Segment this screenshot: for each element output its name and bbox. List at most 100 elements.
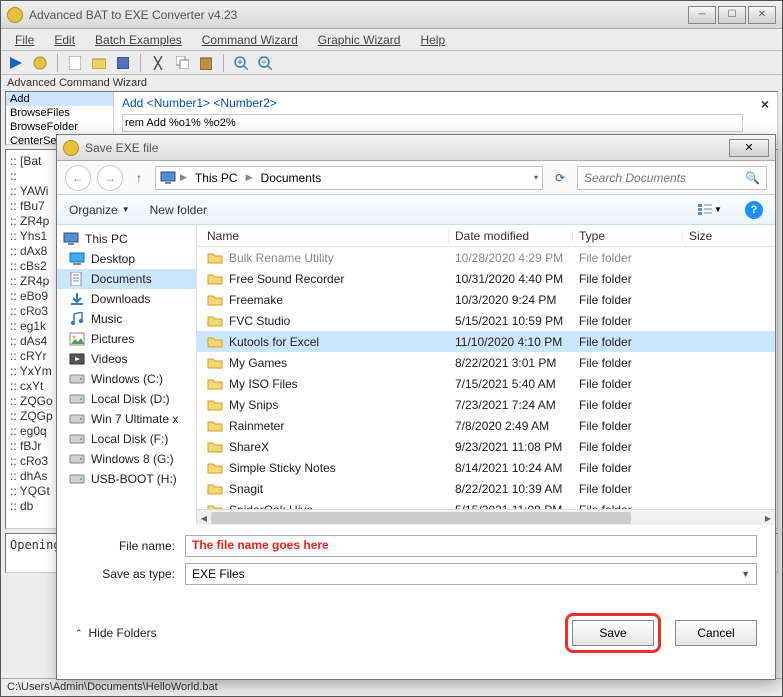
file-row[interactable]: Free Sound Recorder10/31/2020 4:40 PMFil… — [197, 268, 775, 289]
disk-icon — [69, 372, 85, 386]
titlebar: Advanced BAT to EXE Converter v4.23 ─ ☐ … — [1, 1, 782, 29]
menu-help[interactable]: Help — [412, 31, 453, 49]
search-input[interactable] — [584, 171, 745, 185]
folder-icon — [207, 440, 223, 453]
maximize-button[interactable]: ☐ — [718, 6, 746, 24]
zoom-out-icon[interactable] — [256, 54, 274, 72]
wizard-list-item[interactable]: BrowseFiles — [6, 106, 113, 120]
scroll-right-icon[interactable]: ▶ — [761, 510, 775, 526]
tree-item-label: Desktop — [91, 252, 135, 266]
menu-command-wizard[interactable]: Command Wizard — [194, 31, 306, 49]
new-icon[interactable] — [66, 54, 84, 72]
forward-button[interactable]: → — [97, 165, 123, 191]
breadcrumb-item[interactable]: Documents — [257, 171, 326, 185]
tree-root[interactable]: This PC — [57, 229, 196, 249]
file-row[interactable]: ShareX9/23/2021 11:08 PMFile folder — [197, 436, 775, 457]
open-icon[interactable] — [90, 54, 108, 72]
save-icon[interactable] — [114, 54, 132, 72]
copy-icon[interactable] — [173, 54, 191, 72]
breadcrumb[interactable]: ▶ This PC ▶ Documents ▾ — [155, 166, 543, 190]
tree-item-label: USB-BOOT (H:) — [91, 472, 177, 486]
tree-item[interactable]: Local Disk (D:) — [57, 389, 196, 409]
organize-button[interactable]: Organize ▼ — [69, 203, 130, 217]
file-row[interactable]: Rainmeter7/8/2020 2:49 AMFile folder — [197, 415, 775, 436]
run-icon[interactable] — [7, 54, 25, 72]
help-button[interactable]: ? — [745, 201, 763, 219]
menu-edit[interactable]: Edit — [46, 31, 83, 49]
file-row[interactable]: FVC Studio5/15/2021 10:59 PMFile folder — [197, 310, 775, 331]
file-row[interactable]: My Games8/22/2021 3:01 PMFile folder — [197, 352, 775, 373]
tree-item[interactable]: Downloads — [57, 289, 196, 309]
tree-item[interactable]: Documents — [57, 269, 196, 289]
breadcrumb-item[interactable]: This PC — [191, 171, 242, 185]
tree-item[interactable]: Windows (C:) — [57, 369, 196, 389]
tree-item[interactable]: Local Disk (F:) — [57, 429, 196, 449]
column-name[interactable]: Name — [197, 229, 449, 243]
tree-item[interactable]: Windows 8 (G:) — [57, 449, 196, 469]
menu-graphic-wizard[interactable]: Graphic Wizard — [310, 31, 409, 49]
file-type: File folder — [573, 440, 683, 454]
file-type: File folder — [573, 251, 683, 265]
file-row[interactable]: SpiderOak Hive5/15/2021 11:08 PMFile fol… — [197, 499, 775, 509]
file-type: File folder — [573, 482, 683, 496]
chevron-down-icon[interactable]: ▾ — [534, 173, 538, 182]
app-icon — [7, 7, 23, 23]
file-row[interactable]: My Snips7/23/2021 7:24 AMFile folder — [197, 394, 775, 415]
wizard-close-icon[interactable]: × — [761, 96, 769, 112]
menu-batch-examples[interactable]: Batch Examples — [87, 31, 190, 49]
column-type[interactable]: Type — [573, 229, 683, 243]
zoom-in-icon[interactable] — [232, 54, 250, 72]
view-button[interactable]: ▼ — [695, 200, 725, 220]
chevron-up-icon: ⌃ — [75, 628, 83, 639]
file-row[interactable]: Freemake10/3/2020 9:24 PMFile folder — [197, 289, 775, 310]
column-size[interactable]: Size — [683, 229, 775, 243]
cancel-button[interactable]: Cancel — [675, 620, 757, 646]
wizard-input[interactable] — [122, 114, 743, 132]
hide-folders-button[interactable]: ⌃ Hide Folders — [75, 626, 157, 640]
savetype-select[interactable]: EXE Files ▼ — [185, 563, 757, 585]
wizard-list-item[interactable]: BrowseFolder — [6, 120, 113, 134]
folder-icon — [207, 251, 223, 264]
refresh-button[interactable]: ⟳ — [549, 167, 571, 189]
tree-item[interactable]: Win 7 Ultimate x — [57, 409, 196, 429]
folder-icon — [207, 377, 223, 390]
file-row[interactable]: Snagit8/22/2021 10:39 AMFile folder — [197, 478, 775, 499]
tree-item[interactable]: Desktop — [57, 249, 196, 269]
wizard-list-item[interactable]: Add — [6, 92, 113, 106]
close-button[interactable]: ✕ — [748, 6, 776, 24]
tree-item[interactable]: USB-BOOT (H:) — [57, 469, 196, 489]
paste-icon[interactable] — [197, 54, 215, 72]
file-row[interactable]: Simple Sticky Notes8/14/2021 10:24 AMFil… — [197, 457, 775, 478]
menu-file[interactable]: File — [7, 31, 42, 49]
tree-item[interactable]: Pictures — [57, 329, 196, 349]
dialog-close-button[interactable]: ✕ — [729, 139, 769, 157]
tree-item[interactable]: Videos — [57, 349, 196, 369]
scroll-thumb[interactable] — [211, 512, 631, 524]
cut-icon[interactable] — [149, 54, 167, 72]
file-rows[interactable]: Bulk Rename Utility10/28/2020 4:29 PMFil… — [197, 247, 775, 509]
back-button[interactable]: ← — [65, 165, 91, 191]
file-date: 7/8/2020 2:49 AM — [449, 419, 573, 433]
tree-item-label: Local Disk (F:) — [91, 432, 168, 446]
save-button[interactable]: Save — [572, 620, 654, 646]
build-icon[interactable] — [31, 54, 49, 72]
file-row[interactable]: Bulk Rename Utility10/28/2020 4:29 PMFil… — [197, 247, 775, 268]
tree-item[interactable]: Music — [57, 309, 196, 329]
minimize-button[interactable]: ─ — [688, 6, 716, 24]
column-date[interactable]: Date modified — [449, 229, 573, 243]
dialog-nav: ← → ↑ ▶ This PC ▶ Documents ▾ ⟳ 🔍 — [57, 161, 775, 195]
file-row[interactable]: Kutools for Excel11/10/2020 4:10 PMFile … — [197, 331, 775, 352]
up-button[interactable]: ↑ — [129, 168, 149, 188]
file-row[interactable]: My ISO Files7/15/2021 5:40 AMFile folder — [197, 373, 775, 394]
file-type: File folder — [573, 314, 683, 328]
nav-tree[interactable]: This PC Desktop DocumentsDownloadsMusicPic… — [57, 225, 197, 525]
filename-input[interactable]: The file name goes here — [185, 535, 757, 557]
tree-item-label: Videos — [91, 352, 127, 366]
scroll-left-icon[interactable]: ◀ — [197, 510, 211, 526]
new-folder-button[interactable]: New folder — [150, 203, 207, 217]
chevron-right-icon: ▶ — [180, 172, 187, 183]
menubar: File Edit Batch Examples Command Wizard … — [1, 29, 782, 51]
horizontal-scrollbar[interactable]: ◀ ▶ — [197, 509, 775, 525]
file-list-header[interactable]: Name Date modified Type Size — [197, 225, 775, 247]
search-box[interactable]: 🔍 — [577, 166, 767, 190]
